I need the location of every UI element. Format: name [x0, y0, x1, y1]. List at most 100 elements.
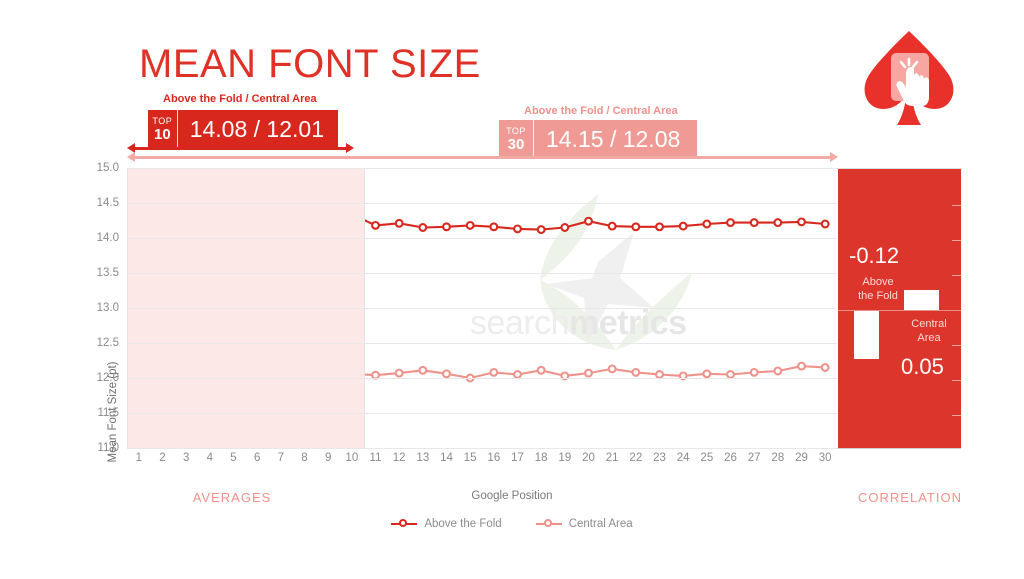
x-axis-tick-label: 24 [676, 452, 690, 464]
top10-rank-number: 10 [154, 125, 171, 143]
x-axis-tick-label: 9 [324, 452, 332, 464]
correlation-bar-above-the-fold [854, 311, 879, 359]
band-edge-line [127, 168, 128, 448]
data-point[interactable] [749, 218, 759, 228]
data-point[interactable] [418, 223, 428, 232]
grid-line [127, 203, 837, 204]
correlation-tick [952, 345, 961, 346]
top10-rank-prefix: TOP [152, 115, 173, 126]
data-point[interactable] [607, 364, 617, 374]
x-axis-tick-label: 16 [487, 452, 501, 464]
data-point[interactable] [584, 216, 593, 226]
legend-swatch-icon [391, 519, 418, 529]
correlation-label-above-the-fold: Above the Fold [858, 276, 898, 302]
y-axis-tick-label: 13.0 [96, 302, 119, 314]
data-point[interactable] [678, 221, 688, 231]
y-axis: Mean Font Size (pt) 15.0 14.5 14.0 13.5 13.0… [75, 162, 119, 463]
data-point[interactable] [773, 218, 783, 228]
data-point[interactable] [536, 225, 546, 235]
x-axis-tick-label: 15 [463, 452, 477, 464]
x-axis-tick-label: 13 [416, 452, 430, 464]
x-axis-tick-label: 22 [629, 452, 643, 464]
data-point[interactable] [797, 361, 806, 371]
x-axis-tick-label: 23 [653, 452, 666, 464]
data-point[interactable] [749, 367, 759, 377]
y-axis-tick-label: 15.0 [96, 162, 119, 174]
y-axis-tick-label: 13.5 [96, 267, 119, 279]
data-point[interactable] [820, 219, 830, 229]
grid-line [127, 308, 837, 309]
data-point[interactable] [394, 368, 404, 378]
x-axis-tick-label: 4 [206, 452, 214, 464]
page-title: MEAN FONT SIZE [139, 42, 481, 86]
data-point[interactable] [489, 367, 499, 377]
x-axis-tick-label: 25 [700, 452, 714, 464]
legend-item-central-area[interactable]: Central Area [535, 518, 633, 530]
x-axis-tick-label: 6 [253, 452, 261, 464]
grid-line [127, 378, 837, 379]
arrow-bar [132, 147, 349, 150]
correlation-section-label: CORRELATION [858, 490, 962, 505]
data-point[interactable] [702, 369, 712, 379]
data-point[interactable] [726, 370, 735, 379]
data-point[interactable] [536, 365, 546, 375]
y-axis-tick-label: 12.0 [96, 372, 119, 384]
data-point[interactable] [489, 222, 499, 232]
x-axis-tick-label: 27 [747, 452, 761, 464]
data-point[interactable] [465, 220, 475, 230]
data-point[interactable] [513, 370, 522, 379]
top30-caption: Above the Fold / Central Area [524, 105, 678, 117]
grid-line [127, 343, 837, 344]
data-point[interactable] [702, 219, 712, 229]
x-axis-tick-label: 2 [159, 452, 166, 464]
data-point[interactable] [442, 369, 451, 379]
data-point[interactable] [607, 221, 617, 231]
arrow-head-right [830, 152, 838, 162]
correlation-label-central-area: Central Area [911, 318, 947, 344]
correlation-tick [952, 240, 961, 241]
x-axis-tick-label: 20 [582, 452, 595, 464]
y-axis-tick-label: 11.5 [97, 407, 119, 419]
top30-rank-number: 30 [507, 135, 525, 153]
spade-click-icon [857, 27, 961, 129]
x-axis-tick-label: 19 [558, 452, 572, 464]
legend: Above the Fold Central Area [0, 518, 1024, 530]
x-axis-tick-label: 10 [345, 452, 359, 464]
x-axis: 1 2 3 4 5 6 7 8 9 10 11 12 13 14 15 16 17 18 19 20 21 22 23 24 2… [127, 452, 837, 470]
plot-area [127, 168, 837, 449]
data-point[interactable] [394, 218, 404, 228]
data-point[interactable] [726, 218, 735, 228]
correlation-tick [952, 415, 961, 416]
x-axis-tick-label: 21 [605, 452, 619, 464]
x-axis-tick-label: 14 [440, 452, 453, 464]
correlation-tick [952, 205, 961, 206]
data-point[interactable] [655, 222, 664, 232]
data-point[interactable] [655, 370, 664, 379]
top30-rank-prefix: TOP [506, 125, 526, 136]
top30-range-arrow [127, 152, 838, 163]
y-axis-tick-label: 11.0 [97, 442, 119, 454]
correlation-tick [952, 275, 961, 276]
data-point[interactable] [371, 220, 380, 230]
x-axis-tick-label: 26 [724, 452, 737, 464]
y-axis-tick-label: 12.5 [96, 337, 119, 349]
data-point[interactable] [820, 363, 830, 372]
data-point[interactable] [560, 223, 570, 232]
data-point[interactable] [773, 366, 783, 376]
data-point[interactable] [418, 365, 428, 375]
data-point[interactable] [513, 224, 522, 234]
correlation-tick [952, 380, 961, 381]
legend-swatch-icon [535, 519, 562, 529]
x-axis-tick-label: 8 [301, 452, 308, 464]
correlation-panel: -0.12 Above the Fold Central Area 0.05 [838, 169, 961, 448]
data-point[interactable] [631, 367, 641, 377]
data-point[interactable] [797, 217, 806, 227]
data-point[interactable] [442, 222, 451, 232]
x-axis-tick-label: 18 [534, 452, 548, 464]
top10-caption: Above the Fold / Central Area [163, 93, 317, 105]
data-point[interactable] [584, 368, 593, 378]
y-axis-tick-label: 14.5 [96, 197, 119, 209]
arrow-bar [132, 156, 833, 159]
data-point[interactable] [631, 222, 641, 232]
legend-item-above-the-fold[interactable]: Above the Fold [391, 518, 502, 530]
